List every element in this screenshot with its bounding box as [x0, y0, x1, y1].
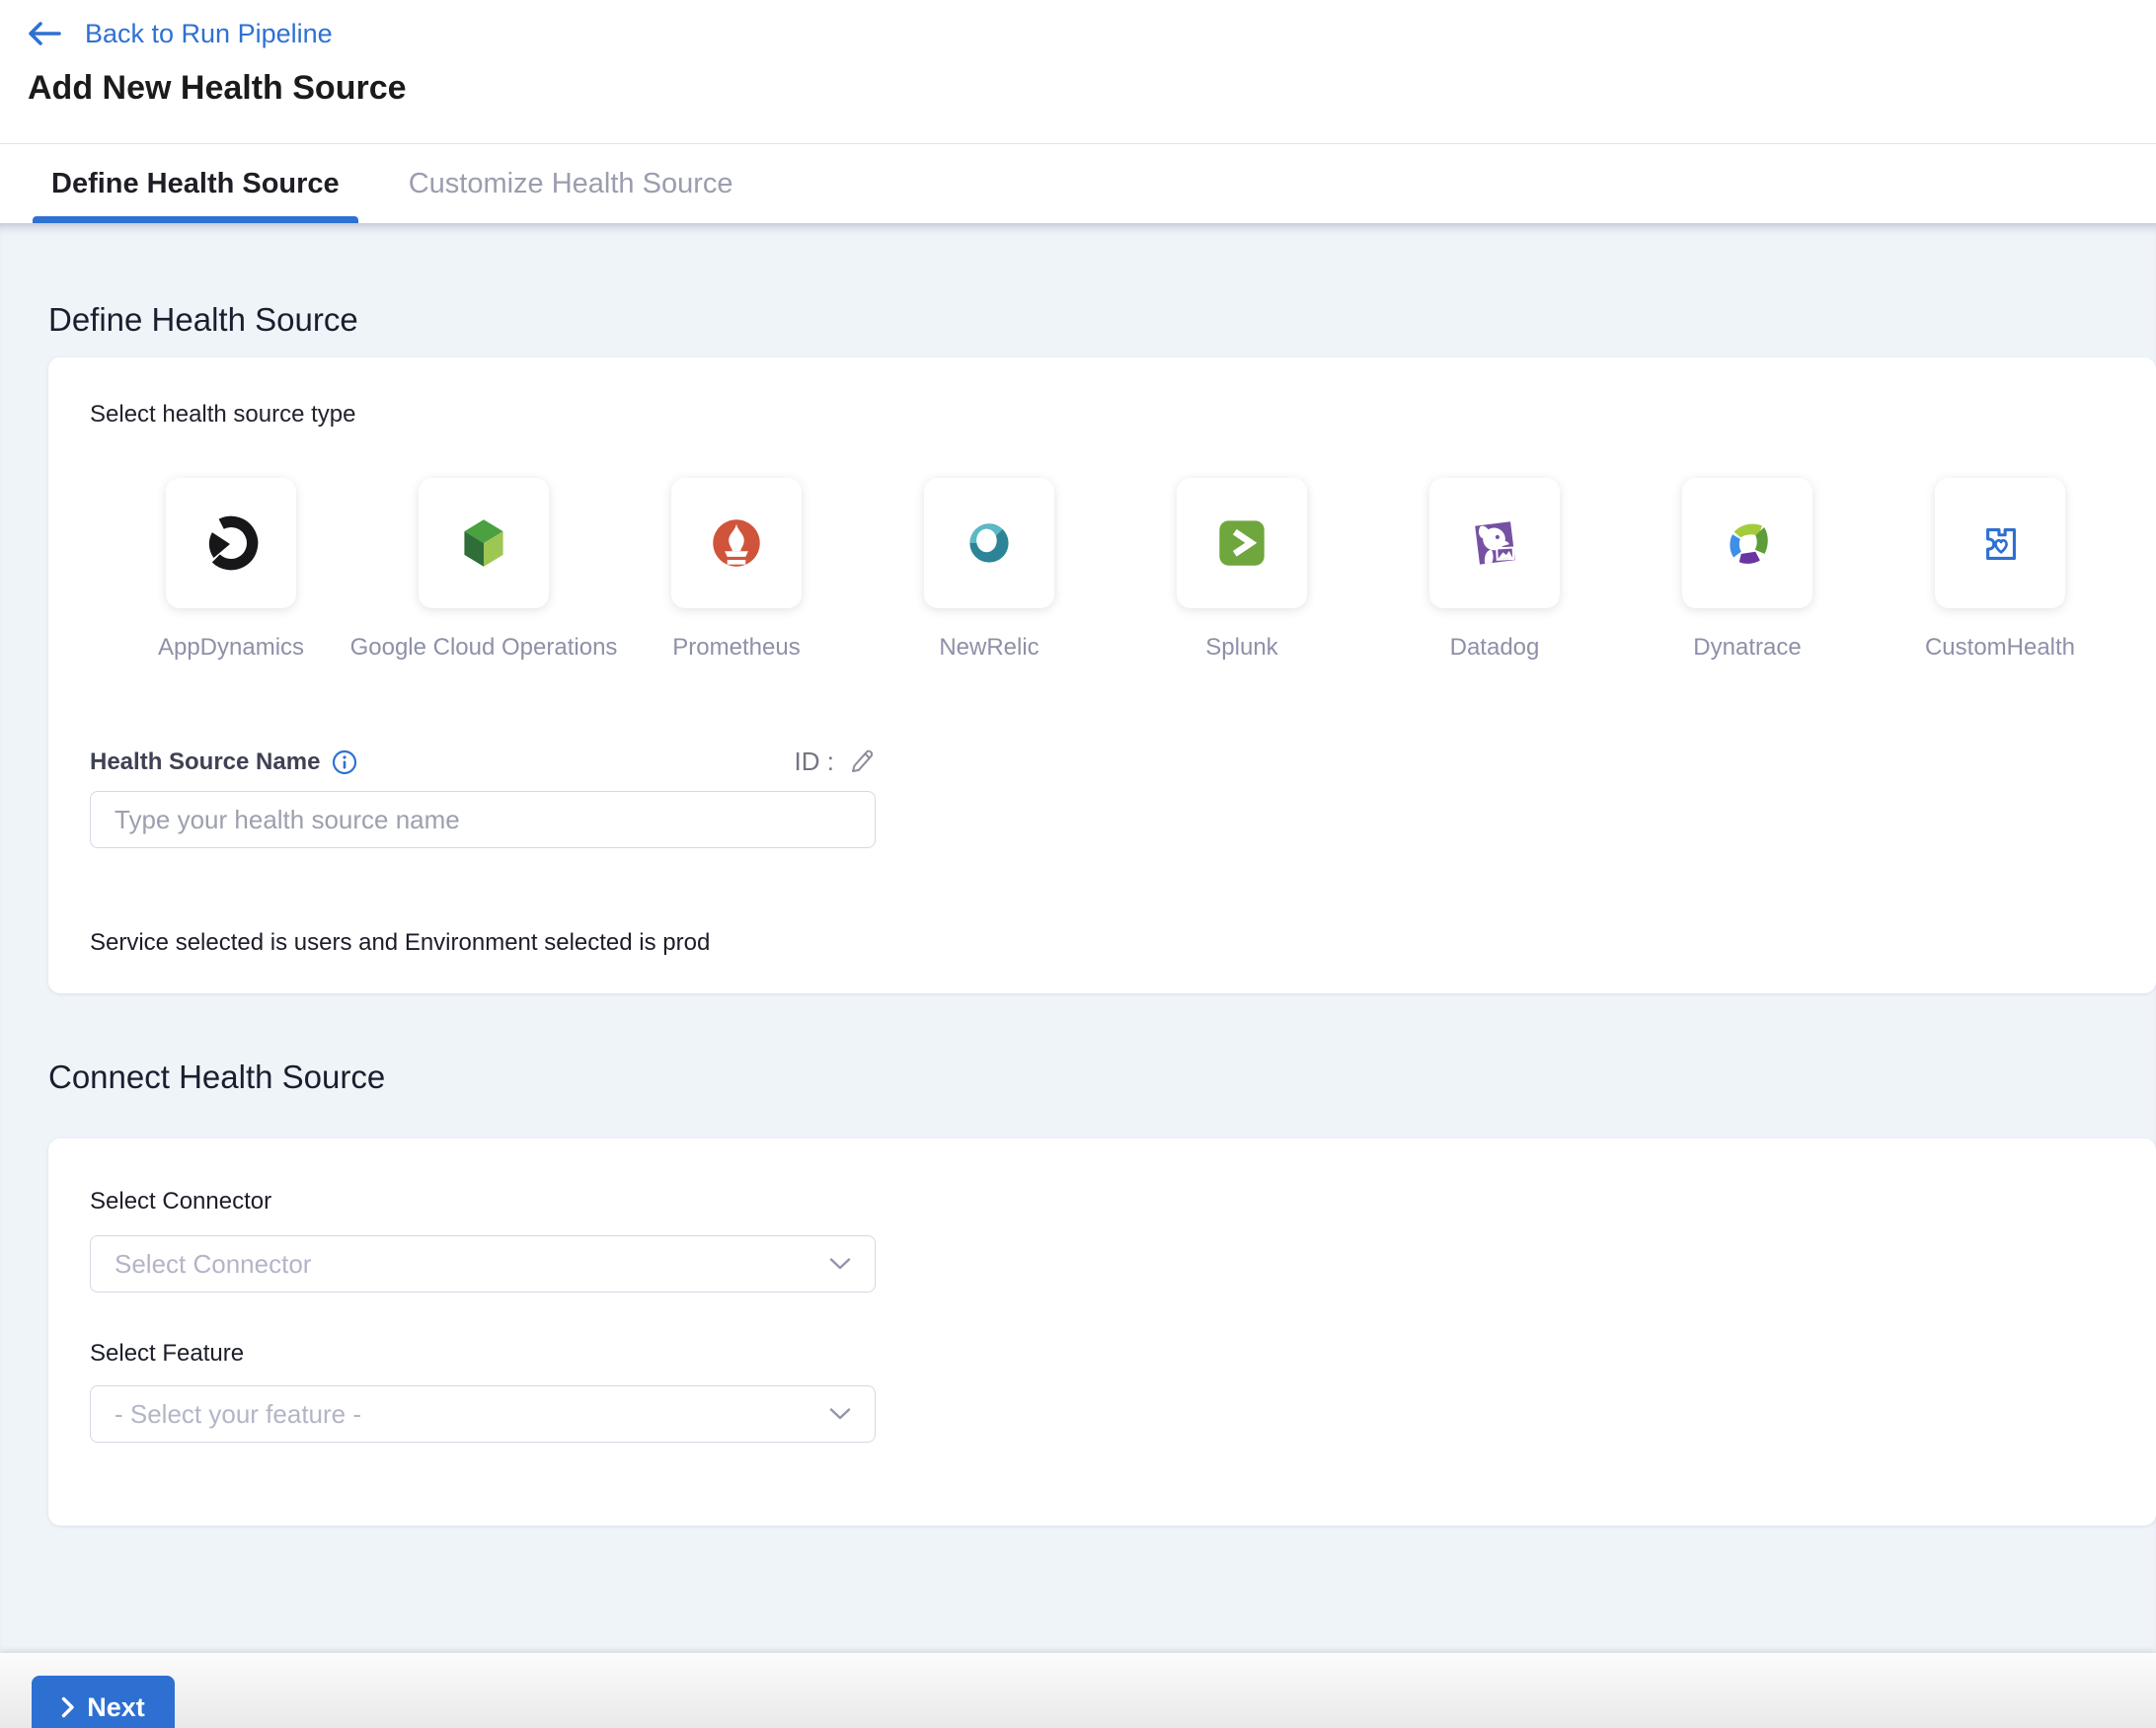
source-type-customhealth[interactable]: CustomHealth [1935, 478, 2065, 662]
source-type-label: Dynatrace [1693, 634, 1801, 662]
prometheus-icon[interactable] [671, 478, 802, 608]
footer-bar: Next [0, 1653, 2156, 1728]
source-type-label: Google Cloud Operations [350, 634, 618, 662]
info-icon[interactable] [332, 749, 357, 775]
content-area: Define Health Source Select health sourc… [0, 223, 2156, 1661]
next-button[interactable]: Next [32, 1676, 175, 1728]
id-label: ID : [795, 746, 834, 777]
tab-customize-health-source[interactable]: Customize Health Source [390, 144, 752, 223]
source-type-google-cloud-operations[interactable]: Google Cloud Operations [419, 478, 549, 662]
source-type-prometheus[interactable]: Prometheus [671, 478, 802, 662]
source-type-label: Splunk [1205, 634, 1277, 662]
connect-section-heading: Connect Health Source [48, 1060, 2156, 1095]
source-type-splunk[interactable]: Splunk [1177, 478, 1307, 662]
health-source-name-label: Health Source Name [90, 748, 357, 776]
source-type-label: Prometheus [672, 634, 800, 662]
page-header: Back to Run Pipeline Add New Health Sour… [0, 0, 2156, 223]
connector-select[interactable]: Select Connector [90, 1235, 876, 1293]
define-section-heading: Define Health Source [48, 302, 2156, 338]
newrelic-icon[interactable] [924, 478, 1054, 608]
google-cloud-operations-icon[interactable] [419, 478, 549, 608]
feature-select-placeholder: - Select your feature - [115, 1399, 361, 1430]
appdynamics-icon[interactable] [166, 478, 296, 608]
page-title: Add New Health Source [0, 51, 2156, 108]
chevron-right-icon [61, 1696, 75, 1718]
select-feature-label: Select Feature [90, 1340, 2115, 1368]
connector-select-placeholder: Select Connector [115, 1249, 311, 1280]
tab-define-health-source[interactable]: Define Health Source [33, 144, 358, 223]
chevron-down-icon [829, 1257, 851, 1271]
customhealth-icon[interactable] [1935, 478, 2065, 608]
feature-select[interactable]: - Select your feature - [90, 1385, 876, 1443]
connect-health-source-card: Select Connector Select Connector Select… [48, 1139, 2156, 1526]
source-type-appdynamics[interactable]: AppDynamics [166, 478, 296, 662]
define-health-source-card: Select health source type AppDynamics [48, 357, 2156, 993]
splunk-icon[interactable] [1177, 478, 1307, 608]
source-type-label: NewRelic [939, 634, 1039, 662]
back-to-run-pipeline-link[interactable]: Back to Run Pipeline [85, 19, 333, 49]
select-connector-label: Select Connector [90, 1188, 2115, 1216]
select-source-type-label: Select health source type [90, 401, 2115, 429]
health-source-name-input[interactable] [90, 791, 876, 848]
health-source-type-list: AppDynamics Google Cloud Operations [166, 478, 2115, 662]
source-type-label: CustomHealth [1925, 634, 2075, 662]
edit-id-pencil-icon[interactable] [848, 748, 876, 776]
dynatrace-icon[interactable] [1682, 478, 1812, 608]
back-arrow-icon[interactable] [28, 21, 61, 46]
source-type-label: AppDynamics [158, 634, 304, 662]
datadog-icon[interactable] [1429, 478, 1560, 608]
service-environment-note: Service selected is users and Environmen… [90, 929, 2115, 957]
tab-bar: Define Health Source Customize Health So… [0, 143, 2156, 223]
source-type-dynatrace[interactable]: Dynatrace [1682, 478, 1812, 662]
source-type-label: Datadog [1450, 634, 1540, 662]
chevron-down-icon [829, 1407, 851, 1421]
source-type-newrelic[interactable]: NewRelic [924, 478, 1054, 662]
source-type-datadog[interactable]: Datadog [1429, 478, 1560, 662]
